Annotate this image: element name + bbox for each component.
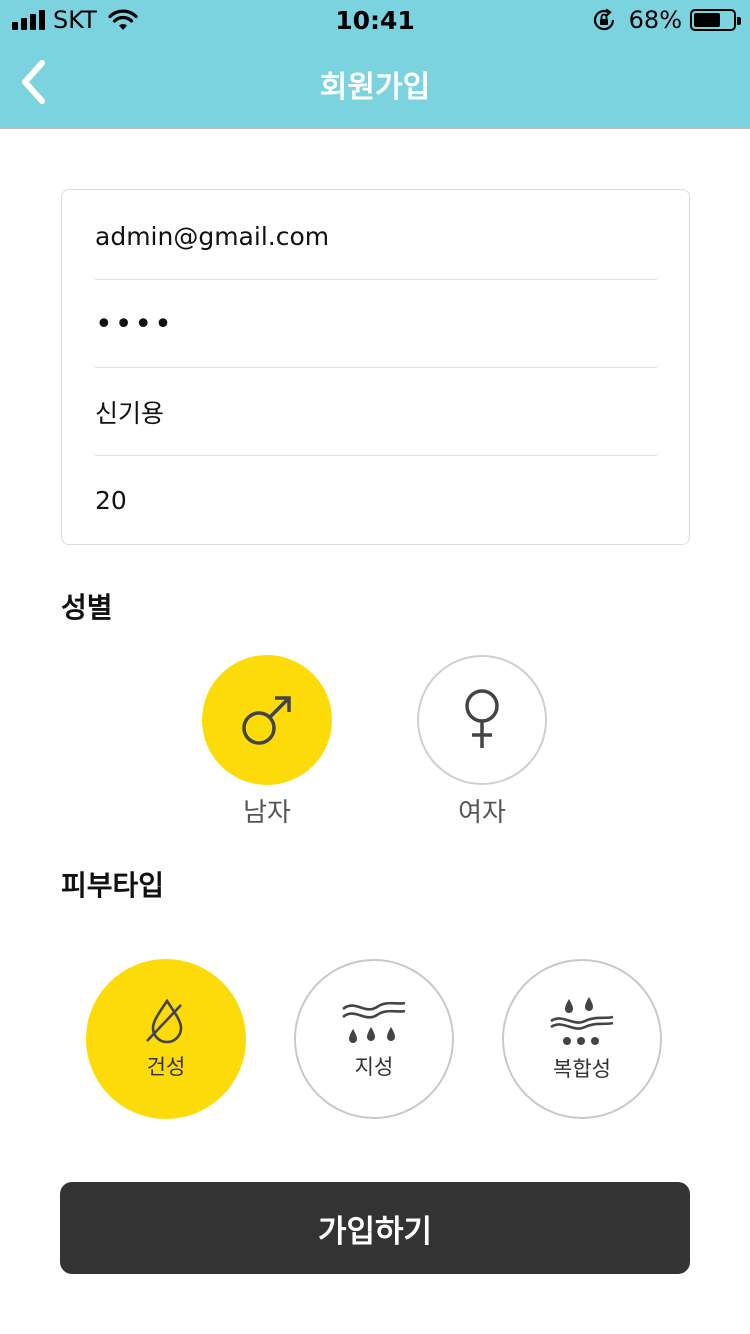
email-field[interactable] — [95, 221, 657, 251]
battery-percent: 68% — [628, 6, 682, 34]
name-field-row — [95, 368, 657, 456]
skin-oily-button[interactable]: 지성 — [294, 959, 454, 1119]
female-icon — [465, 689, 499, 748]
password-field[interactable] — [95, 306, 657, 342]
signup-form — [61, 189, 690, 545]
oily-skin-icon — [342, 1001, 406, 1043]
skin-combination-button[interactable]: 복합성 — [502, 959, 662, 1119]
password-field-row — [95, 280, 657, 368]
gender-section-label: 성별 — [61, 591, 113, 624]
signup-button[interactable]: 가입하기 — [60, 1182, 690, 1274]
battery-icon — [690, 9, 741, 31]
gender-male-button[interactable] — [202, 655, 332, 785]
skin-dry-label: 건성 — [146, 1055, 186, 1079]
page-title: 회원가입 — [319, 70, 431, 105]
rotation-lock-icon — [593, 8, 614, 31]
status-bar: SKT 10:41 68% — [0, 0, 750, 40]
skin-combination-label: 복합성 — [553, 1057, 611, 1081]
dry-skin-icon — [146, 998, 183, 1044]
skin-section-label: 피부타입 — [61, 869, 165, 902]
gender-female-label: 여자 — [458, 798, 506, 828]
gender-male-label: 남자 — [243, 798, 291, 828]
gender-female-button[interactable] — [417, 655, 547, 785]
age-field-row — [95, 456, 657, 544]
header: SKT 10:41 68% 회원가입 — [0, 0, 750, 129]
age-field[interactable] — [95, 485, 657, 515]
skin-oily-label: 지성 — [354, 1055, 394, 1079]
email-field-row — [95, 192, 657, 280]
name-field[interactable] — [95, 397, 657, 427]
skin-dry-button[interactable]: 건성 — [86, 959, 246, 1119]
combination-skin-icon — [550, 997, 614, 1045]
nav-bar: 회원가입 — [0, 40, 750, 129]
male-icon — [242, 696, 291, 745]
